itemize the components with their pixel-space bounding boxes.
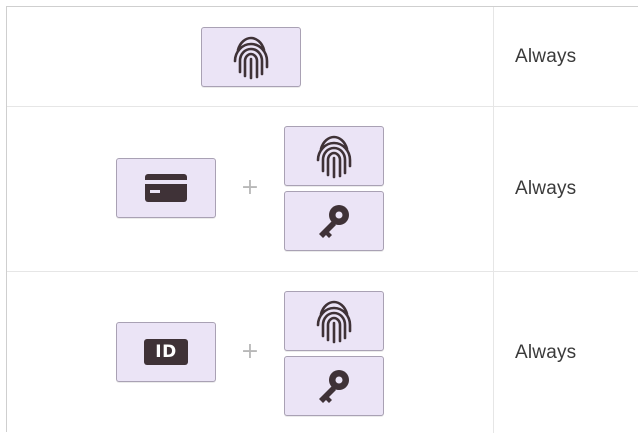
fingerprint-tile[interactable]	[201, 27, 301, 87]
access-method-cell	[7, 7, 494, 106]
access-method-cell: +	[7, 107, 494, 271]
fingerprint-icon	[316, 300, 352, 344]
key-tile[interactable]	[284, 191, 384, 251]
access-methods-table: Always + Always ID + Always	[6, 6, 638, 433]
table-row: + Always	[7, 107, 638, 272]
key-icon	[319, 205, 349, 238]
table-row: Always	[7, 7, 638, 107]
id-badge-icon: ID	[144, 339, 188, 365]
key-tile[interactable]	[284, 356, 384, 416]
time-restriction-label: Always	[515, 45, 577, 67]
card-tile[interactable]	[116, 158, 216, 218]
card-icon	[145, 174, 187, 202]
plus-icon: +	[240, 175, 260, 200]
time-restriction-label: Always	[515, 341, 577, 363]
fingerprint-icon	[316, 135, 352, 179]
plus-icon: +	[240, 339, 260, 364]
access-method-cell: ID +	[7, 272, 494, 433]
time-restriction-cell: Always	[494, 272, 638, 433]
fingerprint-icon	[233, 36, 269, 80]
key-icon	[319, 370, 349, 403]
table-row: ID + Always	[7, 272, 638, 433]
fingerprint-tile[interactable]	[284, 126, 384, 186]
time-restriction-label: Always	[515, 178, 577, 199]
time-restriction-cell: Always	[494, 7, 638, 106]
id-badge-tile[interactable]: ID	[116, 322, 216, 382]
fingerprint-tile[interactable]	[284, 291, 384, 351]
time-restriction-cell: Always	[494, 107, 638, 271]
